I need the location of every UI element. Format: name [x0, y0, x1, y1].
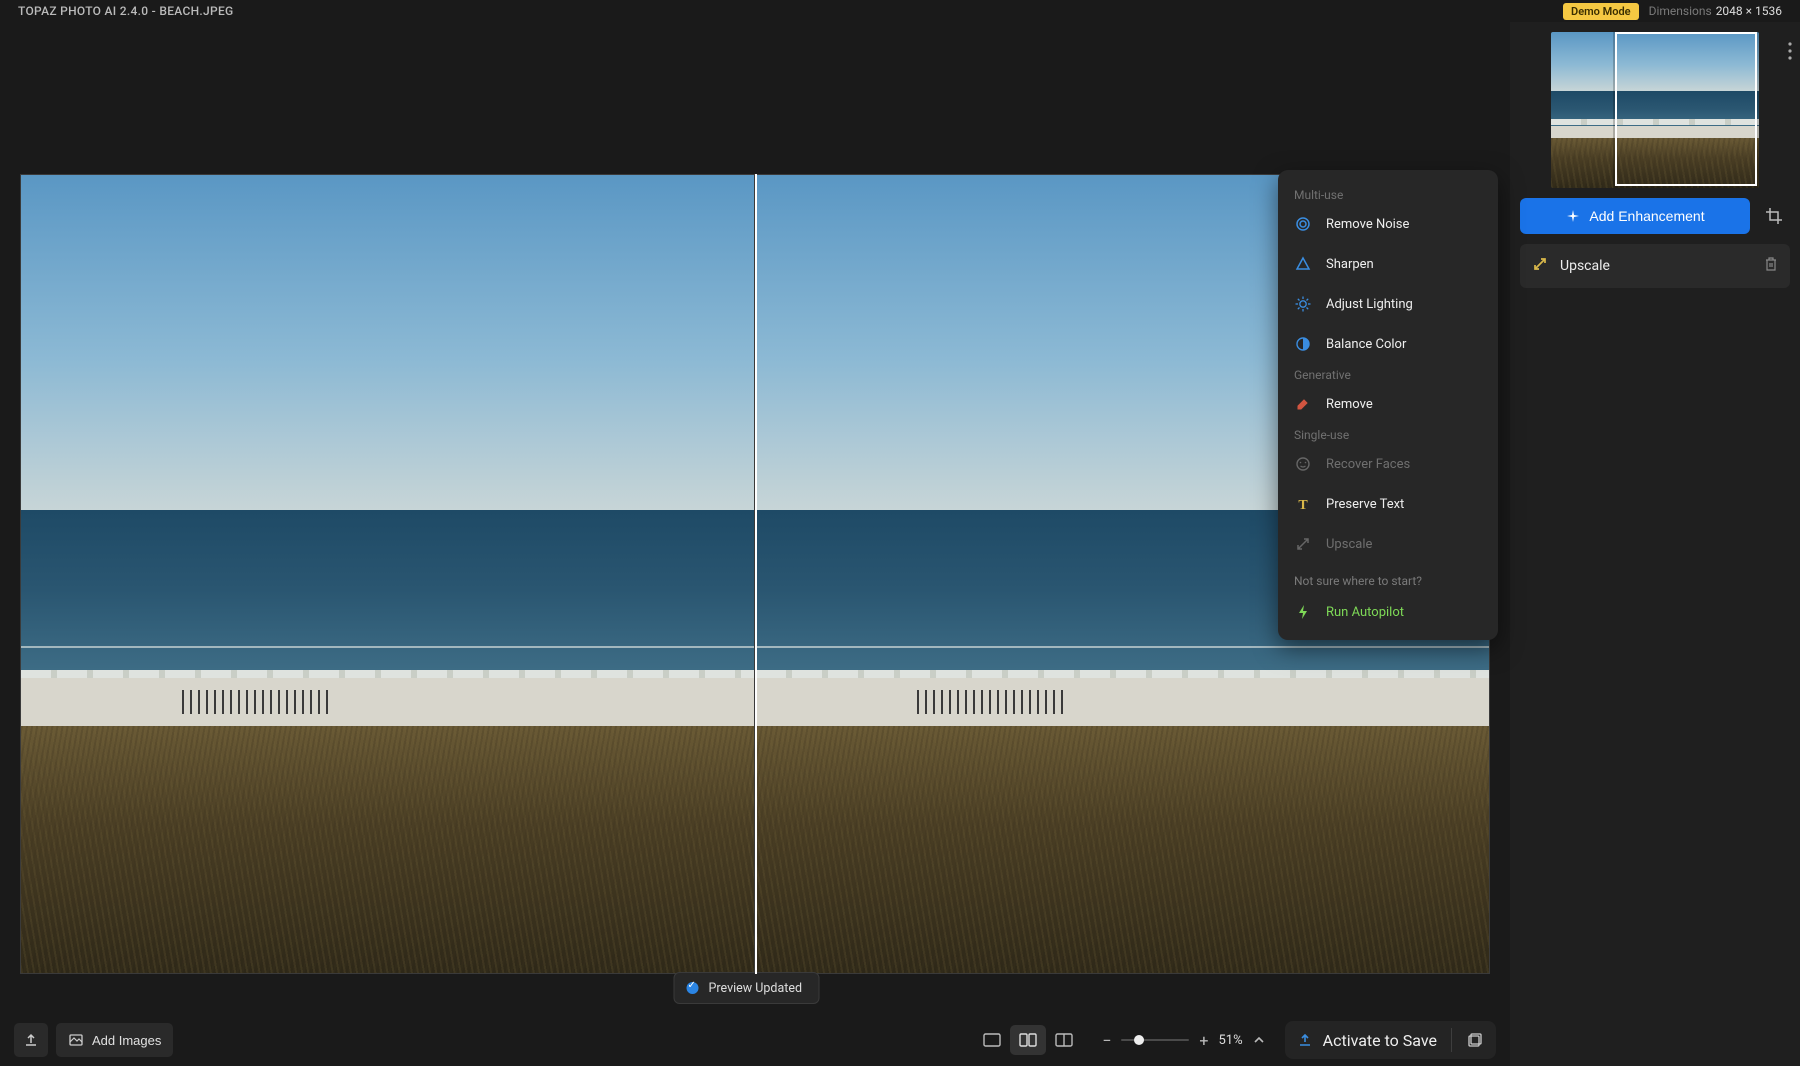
menu-preserve-text[interactable]: T Preserve Text — [1278, 484, 1498, 524]
menu-sharpen[interactable]: Sharpen — [1278, 244, 1498, 284]
menu-item-label: Preserve Text — [1326, 497, 1404, 512]
menu-item-label: Sharpen — [1326, 257, 1374, 272]
check-icon — [687, 982, 699, 994]
crop-button[interactable] — [1758, 198, 1790, 234]
crop-icon — [1765, 207, 1783, 225]
menu-remove-noise[interactable]: Remove Noise — [1278, 204, 1498, 244]
images-icon — [68, 1032, 84, 1048]
expand-icon — [1532, 256, 1548, 276]
viewport-rect[interactable] — [1615, 32, 1757, 186]
sun-icon — [1294, 295, 1312, 313]
zoom-slider[interactable] — [1121, 1039, 1189, 1041]
expand-icon — [1294, 535, 1312, 553]
enhancement-label: Upscale — [1560, 258, 1752, 274]
bottom-toolbar: Add Images − + 51% Activate to Save — [0, 1014, 1510, 1066]
upload-button[interactable] — [14, 1023, 48, 1057]
menu-hint: Not sure where to start? — [1278, 564, 1498, 592]
zoom-menu-chevron[interactable] — [1253, 1031, 1265, 1050]
add-images-button[interactable]: Add Images — [56, 1023, 173, 1057]
menu-item-label: Remove Noise — [1326, 217, 1409, 232]
menu-remove[interactable]: Remove — [1278, 384, 1498, 424]
enhancement-menu: Multi-use Remove Noise Sharpen Adjust Li… — [1278, 170, 1498, 640]
sparkle-icon — [1565, 208, 1581, 224]
compare-handle[interactable] — [755, 174, 757, 974]
split-icon — [1055, 1033, 1073, 1047]
canvas-area: Multi-use Remove Noise Sharpen Adjust Li… — [0, 22, 1510, 1066]
bolt-icon — [1294, 603, 1312, 621]
view-split-button[interactable] — [1046, 1025, 1082, 1055]
compare-viewer[interactable] — [20, 174, 1490, 974]
zoom-percent: 51% — [1219, 1033, 1243, 1048]
menu-run-autopilot[interactable]: Run Autopilot — [1278, 592, 1498, 632]
menu-item-label: Run Autopilot — [1326, 605, 1404, 620]
zoom-control: − + 51% — [1102, 1031, 1264, 1050]
zoom-out-button[interactable]: − — [1102, 1031, 1111, 1050]
triangle-icon — [1294, 255, 1312, 273]
view-mode-group — [974, 1025, 1082, 1055]
preview-status-pill: Preview Updated — [674, 972, 820, 1004]
menu-item-label: Balance Color — [1326, 337, 1406, 352]
panel-menu-button[interactable] — [1788, 42, 1792, 64]
eraser-icon — [1294, 395, 1312, 413]
text-icon: T — [1294, 495, 1312, 513]
menu-item-label: Upscale — [1326, 537, 1372, 552]
menu-upscale: Upscale — [1278, 524, 1498, 564]
contrast-icon — [1294, 335, 1312, 353]
status-text: Preview Updated — [709, 981, 803, 996]
menu-adjust-lighting[interactable]: Adjust Lighting — [1278, 284, 1498, 324]
upload-icon — [23, 1032, 39, 1048]
add-enhancement-button[interactable]: Add Enhancement — [1520, 198, 1750, 234]
menu-item-label: Adjust Lighting — [1326, 297, 1413, 312]
trash-icon — [1764, 256, 1778, 272]
save-control[interactable]: Activate to Save — [1285, 1021, 1496, 1059]
menu-group-singleuse: Single-use — [1278, 424, 1498, 444]
menu-item-label: Remove — [1326, 397, 1373, 412]
dimensions-value: 2048 × 1536 — [1716, 4, 1782, 18]
button-label: Add Enhancement — [1589, 208, 1704, 224]
chevron-up-icon — [1253, 1034, 1265, 1046]
zoom-in-button[interactable]: + — [1199, 1031, 1208, 1050]
menu-balance-color[interactable]: Balance Color — [1278, 324, 1498, 364]
kebab-icon — [1788, 42, 1792, 60]
pane-original — [20, 174, 755, 974]
view-single-button[interactable] — [974, 1025, 1010, 1055]
menu-recover-faces: Recover Faces — [1278, 444, 1498, 484]
export-icon — [1297, 1032, 1313, 1048]
menu-item-label: Recover Faces — [1326, 457, 1410, 472]
enhancement-upscale-card[interactable]: Upscale — [1520, 244, 1790, 288]
menu-group-multiuse: Multi-use — [1278, 184, 1498, 204]
demo-mode-badge: Demo Mode — [1563, 3, 1639, 20]
batch-icon — [1466, 1031, 1484, 1049]
dimensions-label: Dimensions — [1649, 4, 1712, 18]
right-panel: Add Enhancement Upscale — [1510, 22, 1800, 1066]
swirl-icon — [1294, 215, 1312, 233]
menu-group-generative: Generative — [1278, 364, 1498, 384]
app-title: TOPAZ PHOTO AI 2.4.0 - BEACH.JPEG — [18, 4, 234, 18]
view-side-by-side-button[interactable] — [1010, 1025, 1046, 1055]
face-icon — [1294, 455, 1312, 473]
save-label: Activate to Save — [1323, 1031, 1437, 1050]
navigator-thumbnail[interactable] — [1551, 32, 1759, 188]
separator — [1451, 1028, 1452, 1052]
side-by-side-icon — [1019, 1033, 1037, 1047]
svg-text:T: T — [1298, 498, 1308, 512]
delete-enhancement-button[interactable] — [1764, 256, 1778, 276]
single-pane-icon — [983, 1033, 1001, 1047]
button-label: Add Images — [92, 1033, 161, 1048]
